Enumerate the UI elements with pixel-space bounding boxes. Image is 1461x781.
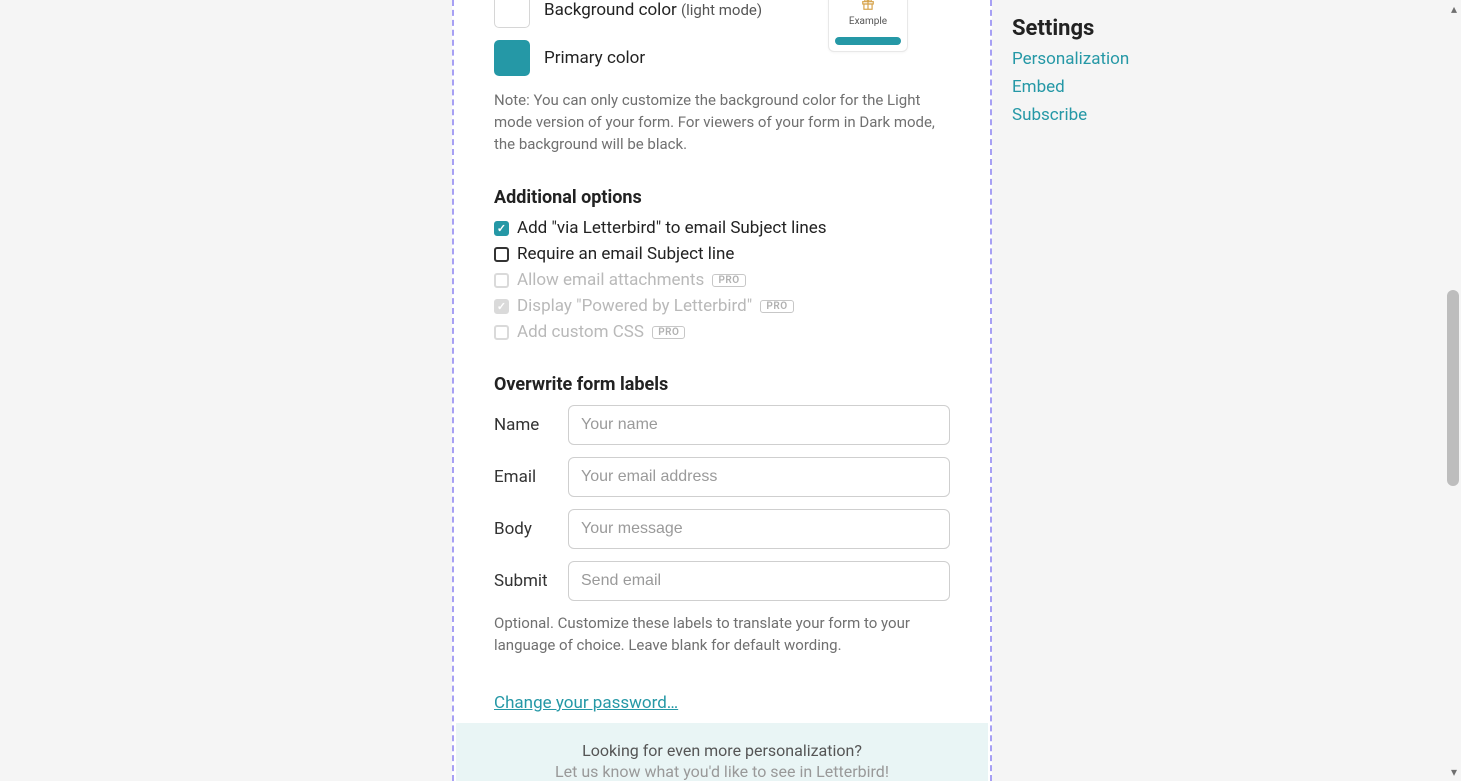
name-label-input[interactable] [568,405,950,445]
additional-options-heading: Additional options [494,187,950,208]
checkbox-disabled-checked-icon [494,299,509,314]
option-via-letterbird[interactable]: Add "via Letterbird" to email Subject li… [494,218,950,238]
gift-icon [835,0,901,14]
option-attachments: Allow email attachments PRO [494,270,950,290]
checkbox-checked-icon[interactable] [494,221,509,236]
background-color-swatch[interactable] [494,0,530,28]
example-bar [835,37,901,45]
scrollbar-thumb[interactable] [1447,290,1459,486]
color-note: Note: You can only customize the backgro… [494,90,950,155]
name-field-label: Name [494,415,548,435]
submit-field-label: Submit [494,571,548,591]
settings-form-panel: Background color (light mode) Primary co… [452,0,992,781]
option-powered-by: Display "Powered by Letterbird" PRO [494,296,950,316]
checkbox-disabled-icon [494,325,509,340]
overwrite-labels-heading: Overwrite form labels [494,374,950,395]
checkbox-icon[interactable] [494,247,509,262]
primary-color-label: Primary color [544,48,645,68]
labels-help-text: Optional. Customize these labels to tran… [494,613,950,657]
scroll-down-icon[interactable]: ▾ [1451,765,1457,779]
settings-sidebar: Settings Personalization Embed Subscribe [1012,16,1212,125]
color-example-card: Example [828,0,908,52]
footer-banner: Looking for even more personalization? L… [456,723,988,781]
submit-label-input[interactable] [568,561,950,601]
change-password-link[interactable]: Change your password… [494,693,678,713]
primary-color-swatch[interactable] [494,40,530,76]
sidebar-title: Settings [1012,16,1212,41]
footer-line2: Let us know what you'd like to see in Le… [476,762,968,781]
option-require-subject[interactable]: Require an email Subject line [494,244,950,264]
pro-badge: PRO [652,326,685,339]
background-color-label: Background color (light mode) [544,0,762,20]
sidebar-link-embed[interactable]: Embed [1012,77,1212,97]
body-field-label: Body [494,519,548,539]
body-label-input[interactable] [568,509,950,549]
scroll-up-icon[interactable]: ▴ [1451,2,1457,16]
pro-badge: PRO [760,300,793,313]
option-custom-css: Add custom CSS PRO [494,322,950,342]
email-label-input[interactable] [568,457,950,497]
sidebar-link-subscribe[interactable]: Subscribe [1012,105,1212,125]
sidebar-link-personalization[interactable]: Personalization [1012,49,1212,69]
checkbox-disabled-icon [494,273,509,288]
email-field-label: Email [494,467,548,487]
pro-badge: PRO [712,274,745,287]
example-label: Example [835,16,901,27]
footer-line1: Looking for even more personalization? [476,741,968,760]
